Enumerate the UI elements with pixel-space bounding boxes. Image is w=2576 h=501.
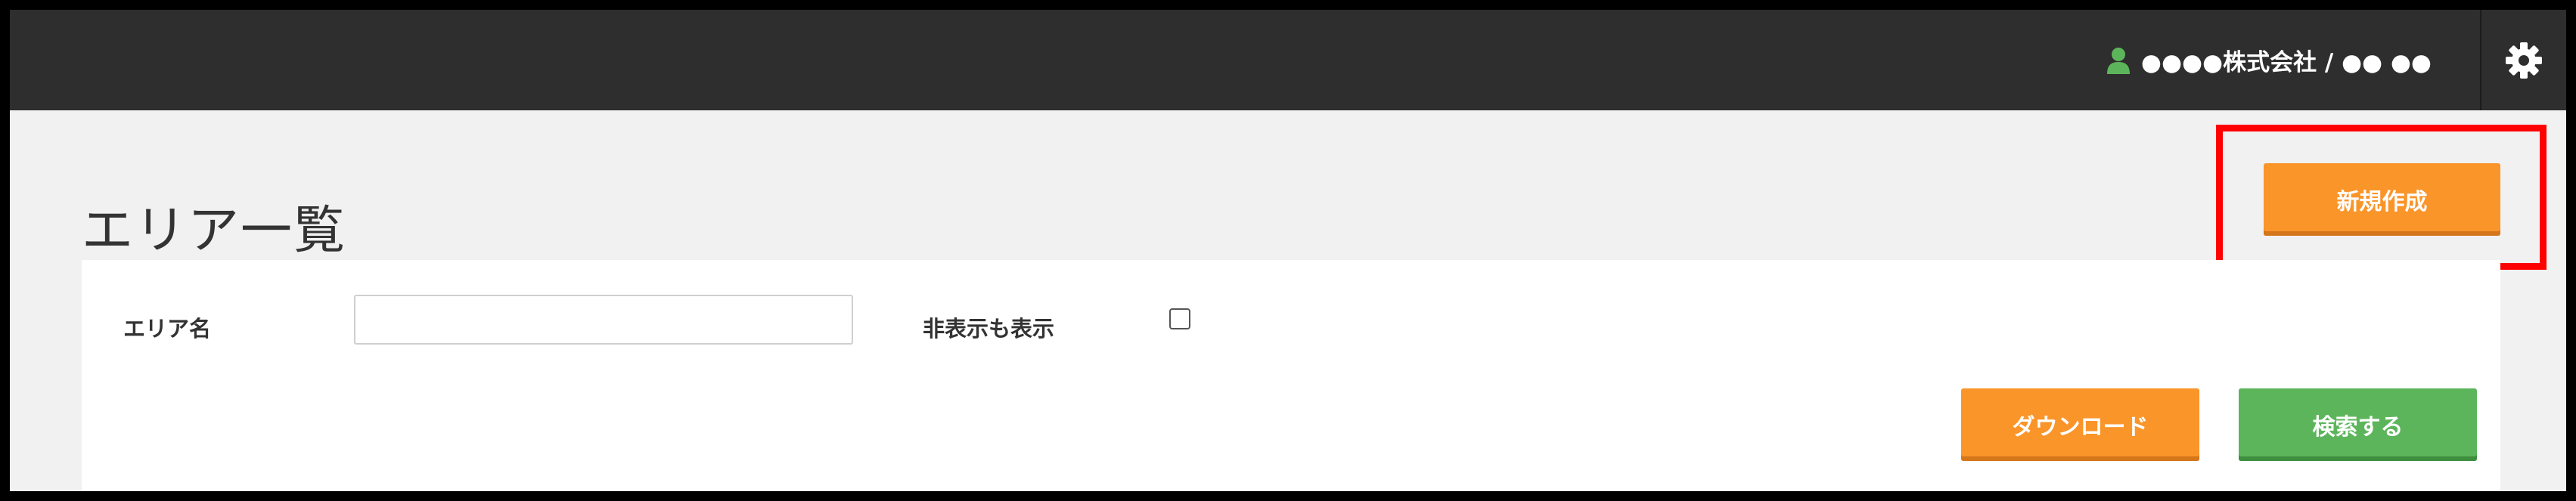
user-menu[interactable]: ●●●●株式会社 / ●● ●● [2106,10,2432,110]
screenshot-frame: ●●●●株式会社 / ●● ●● エリア一覧 新規作成 エリア名 非表示も表示 … [0,0,2576,501]
download-button[interactable]: ダウンロード [1961,388,2199,461]
gear-icon [2506,42,2542,79]
new-create-button[interactable]: 新規作成 [2264,163,2500,236]
search-button[interactable]: 検索する [2239,388,2477,461]
app-window: ●●●●株式会社 / ●● ●● エリア一覧 新規作成 エリア名 非表示も表示 … [10,10,2566,491]
search-panel: エリア名 非表示も表示 ダウンロード 検索する [82,260,2500,491]
area-name-label: エリア名 [123,316,212,342]
user-icon [2106,47,2130,74]
top-navigation-bar: ●●●●株式会社 / ●● ●● [10,10,2566,110]
show-hidden-label: 非表示も表示 [923,316,1055,342]
user-company-name: ●●●●株式会社 / ●● ●● [2140,49,2432,76]
settings-button[interactable] [2481,10,2566,110]
page-title: エリア一覧 [82,200,347,261]
show-hidden-checkbox[interactable] [1169,308,1190,329]
area-name-input[interactable] [354,295,853,345]
